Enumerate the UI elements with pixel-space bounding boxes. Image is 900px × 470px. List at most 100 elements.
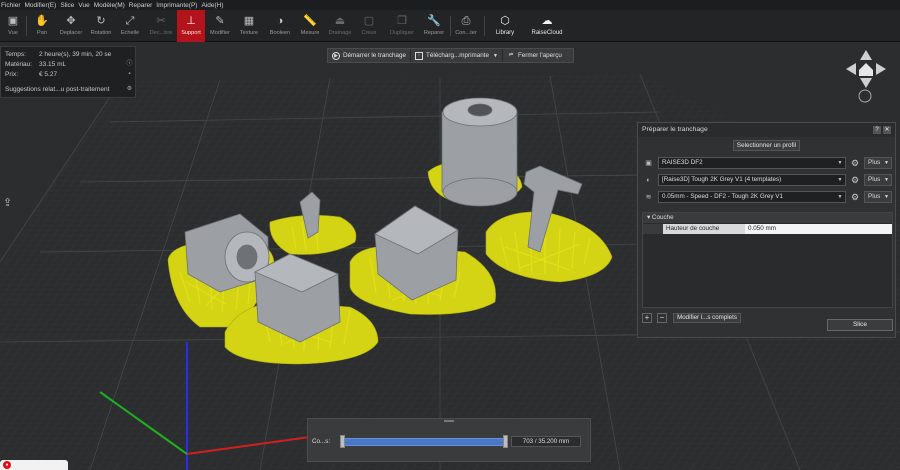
menu-vue[interactable]: Vue	[78, 2, 89, 9]
toolbar-divider	[450, 16, 451, 36]
select-profile-button[interactable]: Selectionner un profil	[733, 140, 800, 151]
add-icon[interactable]: +	[642, 313, 652, 323]
save-icon[interactable]: ▪	[126, 71, 133, 78]
panel-title: Préparer le tranchage	[638, 123, 895, 137]
hollow-icon: ▢	[363, 15, 375, 27]
printer-select[interactable]: RAISE3D DF2 ▼	[658, 157, 846, 169]
tool-deplacer[interactable]: ✥ Deplacer	[55, 10, 87, 42]
material-value: 33.15 mL	[39, 60, 67, 68]
slice-button[interactable]: Slice	[827, 319, 893, 331]
taskbar-corner: ●	[0, 460, 68, 470]
profile-row: ≋ 0.05mm - Speed - DF2 - Tough 2K Grey V…	[642, 191, 893, 204]
menu-reparer[interactable]: Reparer	[129, 2, 152, 9]
share-icon[interactable]: ⇪	[3, 196, 15, 209]
price-label: Prix:	[5, 70, 18, 78]
tool-vue[interactable]: ▣ Vue	[2, 10, 24, 42]
price-value: € 5.27	[39, 70, 58, 78]
menu-aide[interactable]: Aide(H)	[201, 2, 223, 9]
layer-min-handle[interactable]	[340, 435, 345, 448]
move-icon: ✥	[66, 15, 76, 27]
play-icon: ▶	[332, 51, 340, 60]
layer-max-handle[interactable]	[503, 435, 508, 448]
material-select[interactable]: [Raise3D] Tough 2K Grey V1 (4 templates)…	[658, 174, 846, 186]
app-badge-icon: ●	[3, 461, 11, 469]
printer-icon: ▣	[645, 160, 652, 167]
remove-icon[interactable]: −	[657, 313, 667, 323]
modify-full-settings-button[interactable]: Modifier l...s complets	[673, 313, 741, 323]
chevron-down-icon: ▼	[837, 194, 843, 200]
menu-modifier[interactable]: Modifier(E)	[25, 2, 57, 9]
info-icon[interactable]: ⓘ	[126, 61, 133, 68]
main-toolbar: ▣ Vue ✋ Pan ✥ Deplacer ↻ Rotation ⤢ Echelle ✂…	[0, 10, 900, 42]
tool-drainage[interactable]: ⏏ Drainage	[325, 10, 355, 42]
settings-table: ▾ Couche Hauteur de couche 0.050 mm	[642, 212, 893, 308]
layer-range-track[interactable]	[342, 438, 507, 446]
tool-booleen[interactable]: ◑ Booleen	[265, 10, 295, 42]
menu-bar: Fichier Modifier(E) Slice Vue Modèle(M) …	[0, 0, 900, 10]
printer-plus-button[interactable]: Plus ▼	[864, 157, 892, 169]
panel-window-buttons: ? ✕	[873, 126, 891, 134]
cube-view-icon: ▣	[7, 15, 19, 27]
group-header-couche[interactable]: ▾ Couche	[643, 213, 892, 223]
close-icon[interactable]: ✕	[883, 126, 891, 134]
start-slicing-button[interactable]: ▶ Démarrer le tranchage	[328, 49, 410, 62]
tool-mesure[interactable]: 📏 Mesure	[296, 10, 324, 42]
preview-action-bar: ▶ Démarrer le tranchage ↑ Télécharg...mpri…	[327, 48, 574, 63]
slice-info-panel: Temps: 2 heure(s), 39 min, 20 se Matéria…	[0, 46, 136, 98]
layer-label: Co...s:	[312, 438, 331, 445]
layers-icon: ≋	[645, 194, 652, 201]
menu-fichier[interactable]: Fichier	[1, 2, 21, 9]
tool-library[interactable]: ⬡ Library	[490, 10, 520, 42]
row-indent	[643, 224, 663, 234]
tool-modifier[interactable]: ✎ Modifier	[206, 10, 234, 42]
profile-plus-button[interactable]: Plus ▼	[864, 191, 892, 203]
time-value: 2 heure(s), 39 min, 20 se	[39, 50, 112, 58]
ruler-icon: 📏	[303, 15, 317, 27]
menu-imprimante[interactable]: Imprimante(P)	[156, 2, 197, 9]
chevron-down-icon: ▼	[884, 194, 889, 200]
tool-support[interactable]: ⊥ Support	[177, 10, 205, 42]
gear-icon[interactable]: ⚙	[850, 192, 860, 202]
view-navigation-compass[interactable]	[846, 50, 886, 103]
tool-creux[interactable]: ▢ Creux	[357, 10, 381, 42]
gear-icon[interactable]: ⚙	[126, 86, 133, 93]
drop-icon: ◐	[646, 177, 651, 184]
help-icon[interactable]: ?	[873, 126, 881, 134]
scale-icon: ⤢	[125, 15, 135, 27]
material-row: ◐ [Raise3D] Tough 2K Grey V1 (4 template…	[642, 174, 893, 187]
menu-slice[interactable]: Slice	[60, 2, 74, 9]
gear-icon[interactable]: ⚙	[850, 158, 860, 168]
profile-select[interactable]: 0.05mm - Speed - DF2 - Tough 2K Grey V1 ▼	[658, 191, 846, 203]
close-preview-button[interactable]: ⇄ Fermer l'aperçu	[501, 49, 566, 62]
layer-value-field[interactable]: 703 / 35.200 mm	[511, 436, 581, 447]
tool-texture[interactable]: ▦ Texture	[235, 10, 263, 42]
material-label: Matériau:	[5, 60, 33, 68]
toolbar-divider	[484, 16, 485, 36]
param-value[interactable]: 0.050 mm	[745, 224, 892, 234]
rotate-icon: ↻	[96, 15, 106, 27]
tool-echelle[interactable]: ⤢ Echelle	[116, 10, 144, 42]
tool-rotation[interactable]: ↻ Rotation	[87, 10, 115, 42]
prepare-slicing-panel: Préparer le tranchage ? ✕ Selectionner u…	[637, 122, 896, 338]
tool-dupliquer[interactable]: ❐ Dupliquer	[386, 10, 418, 42]
upload-printer-button[interactable]: ↑ Télécharg...mprimante ▼	[410, 49, 502, 62]
edit-icon: ✎	[215, 15, 225, 27]
cut-icon: ✂	[156, 15, 166, 27]
drag-handle[interactable]	[444, 420, 454, 422]
tool-reparer[interactable]: 🔧 Reparer	[421, 10, 447, 42]
tool-decoupe[interactable]: ✂ Dec...bre	[146, 10, 176, 42]
printer-row: ▣ RAISE3D DF2 ▼ ⚙ Plus ▼	[642, 157, 893, 170]
drain-icon: ⏏	[334, 15, 346, 27]
menu-modele[interactable]: Modèle(M)	[94, 2, 125, 9]
tool-pan[interactable]: ✋ Pan	[31, 10, 53, 42]
chevron-down-icon: ▼	[837, 177, 843, 183]
gear-icon[interactable]: ⚙	[850, 175, 860, 185]
duplicate-icon: ❐	[397, 15, 407, 27]
time-label: Temps:	[5, 50, 26, 58]
chevron-down-icon: ▼	[837, 160, 843, 166]
toolbar-divider	[26, 16, 27, 36]
material-plus-button[interactable]: Plus ▼	[864, 174, 892, 186]
tool-connecter[interactable]: ⎙ Con...ter	[452, 10, 480, 42]
post-processing-suggestions[interactable]: Suggestions relat...u post-traitement	[5, 86, 126, 93]
tool-raisecloud[interactable]: ☁ RaiseCloud	[528, 10, 566, 42]
